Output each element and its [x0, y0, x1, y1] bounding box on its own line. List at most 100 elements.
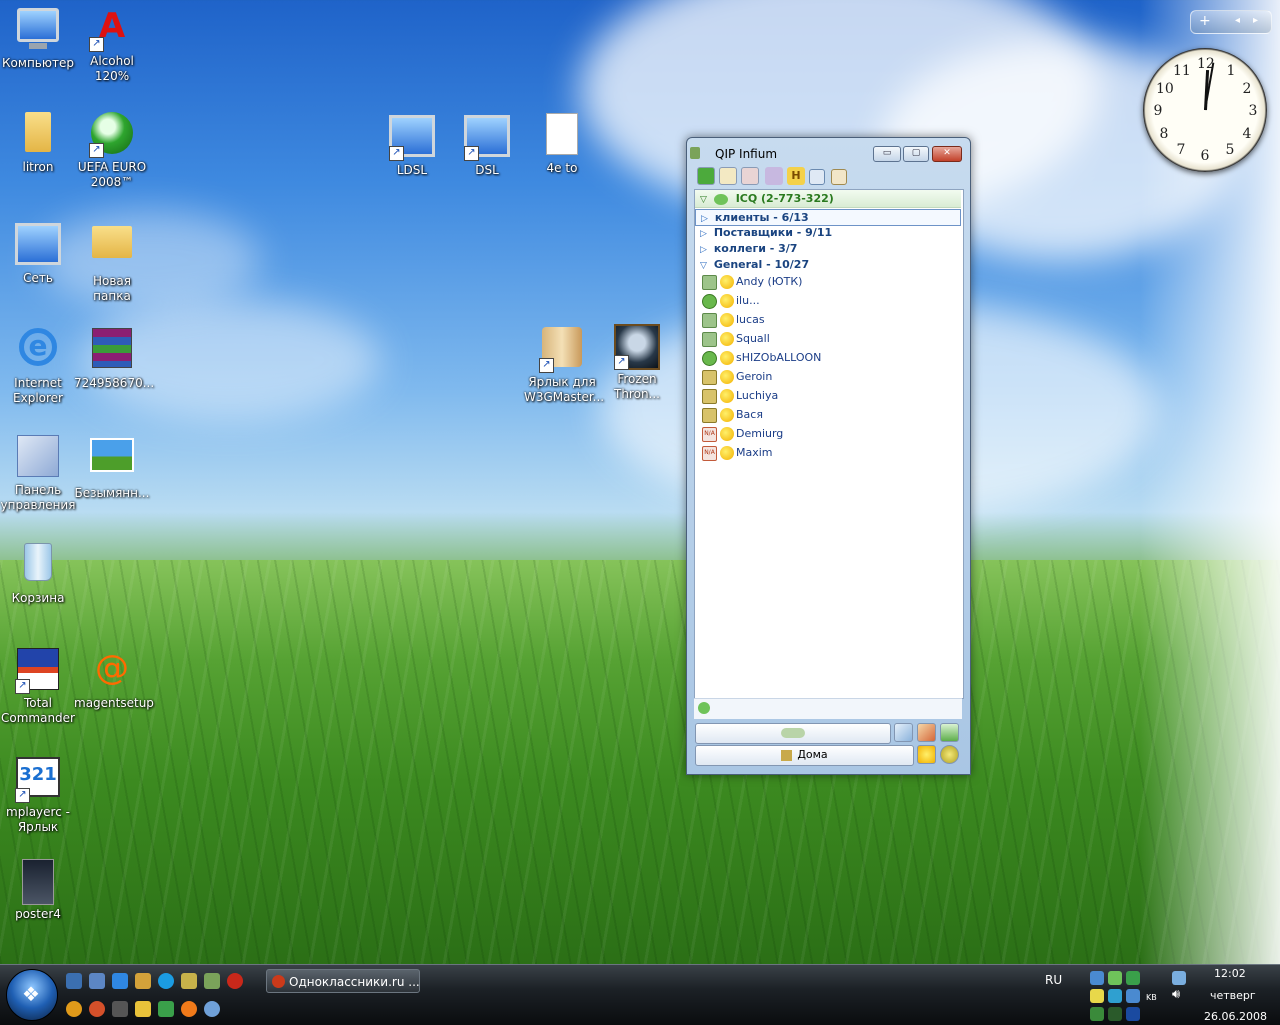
keyboard-layout-label[interactable]: KB [1146, 993, 1157, 1002]
tray-icon[interactable] [1090, 971, 1104, 985]
desktop-icon-4eto[interactable]: 4e to [524, 110, 600, 176]
contact-item[interactable]: sHIZObALLOON [702, 349, 821, 367]
maximize-button[interactable]: ▢ [903, 146, 929, 162]
quick-launch-icon[interactable] [181, 973, 197, 989]
qip-icon[interactable] [204, 973, 220, 989]
tray-icon[interactable] [1126, 989, 1140, 1003]
language-indicator[interactable]: RU [1045, 973, 1062, 987]
desktop-icon-recycle-bin[interactable]: Корзина [0, 538, 76, 606]
computer-icon [15, 8, 61, 54]
desktop-icon-w3gmaster[interactable]: ↗ Ярлык для W3GMaster... [524, 324, 604, 405]
scroll-icon: ↗ [539, 327, 585, 373]
tray-icon[interactable] [1108, 1007, 1122, 1021]
contact-item[interactable]: Geroin [702, 368, 772, 386]
desktop-icon-alcohol[interactable]: A ↗ Alcohol 120% [74, 4, 150, 84]
collapse-icon[interactable] [940, 723, 959, 742]
quick-launch-icon[interactable] [158, 1001, 174, 1017]
clock-time[interactable]: 12:02 [1214, 967, 1246, 980]
contact-item[interactable]: Вася [702, 406, 763, 424]
contact-item[interactable]: ilu... [702, 292, 760, 310]
contact-item[interactable]: Luchiya [702, 387, 778, 405]
icq-flower-icon[interactable] [698, 702, 710, 714]
contact-item[interactable]: lucas [702, 311, 765, 329]
status-button[interactable]: Дома [695, 745, 914, 766]
tray-icon[interactable] [1126, 971, 1140, 985]
opera-icon[interactable] [227, 973, 243, 989]
minimize-button[interactable]: ▭ [873, 146, 901, 162]
desktop-icon-mplayer[interactable]: 321 ↗ mplayerc - Ярлык [0, 752, 76, 835]
desktop-icon-ie[interactable]: e Internet Explorer [0, 324, 76, 406]
main-menu-button[interactable] [695, 723, 891, 744]
tray-icon[interactable] [1108, 971, 1122, 985]
desktop-icon-ldsl[interactable]: ↗ LDSL [374, 110, 450, 178]
desktop-icon-frozen-throne[interactable]: ↗ Frozen Thron... [599, 324, 675, 402]
folder-icon [15, 112, 61, 158]
switch-windows-icon[interactable] [89, 973, 105, 989]
desktop-icon-uefa[interactable]: ↗ UEFA EURO 2008™ [74, 110, 150, 190]
desktop-icon-dsl[interactable]: ↗ DSL [449, 110, 525, 178]
plugins-icon[interactable] [765, 167, 783, 185]
desktop-icon-litron[interactable]: litron [0, 110, 76, 175]
group-clients[interactable]: ▷ клиенты - 6/13 [695, 209, 961, 226]
privacy-eye-icon[interactable] [940, 745, 959, 764]
internet-explorer-icon[interactable] [112, 973, 128, 989]
shortcut-arrow-icon: ↗ [89, 143, 104, 158]
status-away-icon [702, 407, 717, 423]
contact-list-icon[interactable] [809, 169, 825, 185]
info-icon[interactable] [66, 1001, 82, 1017]
desktop-icon-poster[interactable]: poster4 [0, 858, 76, 922]
group-colleagues[interactable]: ▷ коллеги - 3/7 [695, 241, 961, 256]
desktop-icon-new-folder[interactable]: Новая папка [74, 218, 150, 304]
notes-icon[interactable] [831, 169, 847, 185]
tray-icon[interactable] [1126, 1007, 1140, 1021]
contact-item[interactable]: Squall [702, 330, 770, 348]
desktop-icon-magentsetup[interactable]: @ magentsetup [74, 645, 154, 711]
desktop-icon-network[interactable]: Сеть [0, 218, 76, 286]
group-general[interactable]: ▽ General - 10/27 [695, 257, 961, 272]
clock-gadget[interactable]: 12 1 2 3 4 5 6 7 8 9 10 11 [1143, 48, 1267, 172]
shortcut-arrow-icon: ↗ [15, 788, 30, 803]
duck-icon[interactable] [917, 745, 936, 764]
clock-number: 6 [1200, 148, 1210, 164]
quick-launch-icon[interactable] [135, 1001, 151, 1017]
group-label: коллеги - 3/7 [713, 242, 798, 255]
quick-launch-icon[interactable] [204, 1001, 220, 1017]
show-desktop-icon[interactable] [66, 973, 82, 989]
volume-icon[interactable]: 🔊︎ [1172, 987, 1180, 1002]
desktop-icon-control-panel[interactable]: Панель управления [0, 432, 76, 513]
start-button[interactable]: ❖ [6, 969, 58, 1021]
next-gadget-button[interactable]: ▸ [1253, 12, 1258, 30]
clock-day: четверг [1210, 989, 1256, 1002]
desktop-icon-total-commander[interactable]: ↗ Total Commander [0, 645, 76, 726]
find-contact-icon[interactable] [894, 723, 913, 742]
clock-number: 7 [1176, 142, 1186, 158]
taskbar-button-odnoklassniki[interactable]: Одноклассники.ru ... [266, 969, 420, 993]
contact-item[interactable]: N/A Demiurg [702, 425, 783, 443]
clapperboard-icon: 321 ↗ [15, 757, 61, 803]
account-header[interactable]: ▽ ICQ (2-773-322) [695, 190, 961, 208]
account-status-strip [694, 698, 962, 719]
mail-agent-icon[interactable] [181, 1001, 197, 1017]
group-suppliers[interactable]: ▷ Поставщики - 9/11 [695, 225, 961, 240]
history-h-icon[interactable]: H [787, 167, 805, 185]
quick-launch-icon[interactable] [112, 1001, 128, 1017]
contact-item[interactable]: Andy (ЮТК) [702, 273, 802, 291]
close-button[interactable]: ✕ [932, 146, 962, 162]
tray-icon[interactable] [1108, 989, 1122, 1003]
tray-icon[interactable] [1090, 989, 1104, 1003]
contacts-icon[interactable] [917, 723, 936, 742]
desktop-icon-untitled-image[interactable]: Безымянн... [74, 432, 150, 501]
history-icon[interactable] [719, 167, 737, 185]
contact-item[interactable]: N/A Maxim [702, 444, 773, 462]
quick-launch-icon[interactable] [89, 1001, 105, 1017]
desktop-icon-computer[interactable]: Компьютер [0, 4, 76, 71]
desktop-icon-rar[interactable]: 724958670... [74, 324, 154, 391]
status-globe-icon[interactable] [697, 167, 715, 185]
offline-contacts-icon[interactable] [741, 167, 759, 185]
tray-icon[interactable] [1090, 1007, 1104, 1021]
network-tray-icon[interactable] [1172, 971, 1186, 985]
prev-gadget-button[interactable]: ◂ [1235, 12, 1240, 30]
add-gadget-button[interactable]: + [1199, 12, 1211, 30]
quick-launch-icon[interactable] [135, 973, 151, 989]
skype-icon[interactable] [158, 973, 174, 989]
